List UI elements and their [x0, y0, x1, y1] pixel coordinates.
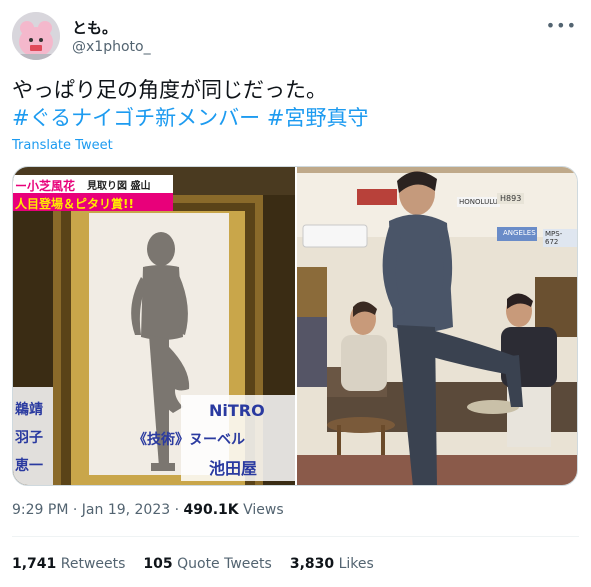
studio-scene: [297, 167, 577, 485]
caption-left-3: 恵一: [15, 458, 43, 474]
more-options-icon[interactable]: •••: [546, 16, 577, 35]
caption-right-3: 池田屋: [209, 459, 258, 478]
tweet-date[interactable]: Jan 19, 2023: [82, 502, 170, 518]
media-grid: ー小芝風花 見取り図 盛山 人目登場＆ピタリ賞!! 鵜靖 羽子 恵一 NiTRO…: [12, 166, 578, 486]
tweet-time[interactable]: 9:29 PM: [12, 502, 68, 518]
user-handle[interactable]: @x1photo_: [72, 39, 151, 55]
license-plate-4: MPS-672: [543, 229, 577, 247]
likes-label: Likes: [338, 556, 374, 572]
license-plate-1: HONOLULU: [457, 197, 500, 207]
caption-right-2: 《技術》ヌーベル: [133, 432, 245, 448]
studio-scene-photo[interactable]: HONOLULU H893 ANGELES MPS-672: [297, 167, 577, 485]
engagement-stats: 1,741 Retweets 105 Quote Tweets 3,830 Li…: [12, 556, 374, 572]
license-plate-3: ANGELES: [503, 229, 536, 237]
caption-left-2: 羽子: [15, 430, 43, 446]
tweet-text-line: やっぱり足の角度が同じだった。: [12, 78, 327, 102]
likes-count: 3,830: [289, 556, 335, 572]
tweet-body: やっぱり足の角度が同じだった。 #ぐるナイゴチ新メンバー #宮野真守: [12, 76, 579, 132]
tweet-header: とも。 @x1photo_ •••: [12, 12, 579, 62]
hashtag-row: #ぐるナイゴチ新メンバー #宮野真守: [12, 104, 579, 132]
tv-silhouette-photo[interactable]: ー小芝風花 見取り図 盛山 人目登場＆ピタリ賞!! 鵜靖 羽子 恵一 NiTRO…: [13, 167, 295, 485]
caption-top-1: ー小芝風花: [15, 179, 76, 193]
caption-top-3: 人目登場＆ピタリ賞!!: [15, 197, 134, 211]
tweet-meta: 9:29 PM · Jan 19, 2023 · 490.1K Views: [12, 502, 284, 518]
divider: [12, 536, 579, 537]
hashtag-link[interactable]: #ぐるナイゴチ新メンバー: [12, 106, 260, 130]
quotes-label: Quote Tweets: [177, 556, 272, 572]
meta-separator: ·: [174, 502, 180, 518]
caption-top-2: 見取り図 盛山: [87, 181, 151, 192]
avatar[interactable]: [12, 12, 60, 60]
pink-plush-avatar-icon: [12, 12, 60, 60]
caption-left-1: 鵜靖: [15, 402, 43, 418]
meta-separator: ·: [72, 502, 78, 518]
retweets-count: 1,741: [12, 556, 57, 572]
license-plate-2: H893: [497, 193, 525, 204]
views-label: Views: [243, 502, 284, 518]
caption-right-1: NiTRO: [209, 401, 265, 420]
quotes-count: 105: [143, 556, 173, 572]
display-name[interactable]: とも。: [72, 17, 117, 38]
translate-tweet-link[interactable]: Translate Tweet: [12, 138, 113, 153]
likes-stat[interactable]: 3,830 Likes: [290, 556, 374, 572]
quote-tweets-stat[interactable]: 105 Quote Tweets: [143, 556, 271, 572]
views-count: 490.1K: [183, 502, 239, 518]
hashtag-link[interactable]: #宮野真守: [267, 106, 369, 130]
retweets-stat[interactable]: 1,741 Retweets: [12, 556, 125, 572]
retweets-label: Retweets: [60, 556, 126, 572]
